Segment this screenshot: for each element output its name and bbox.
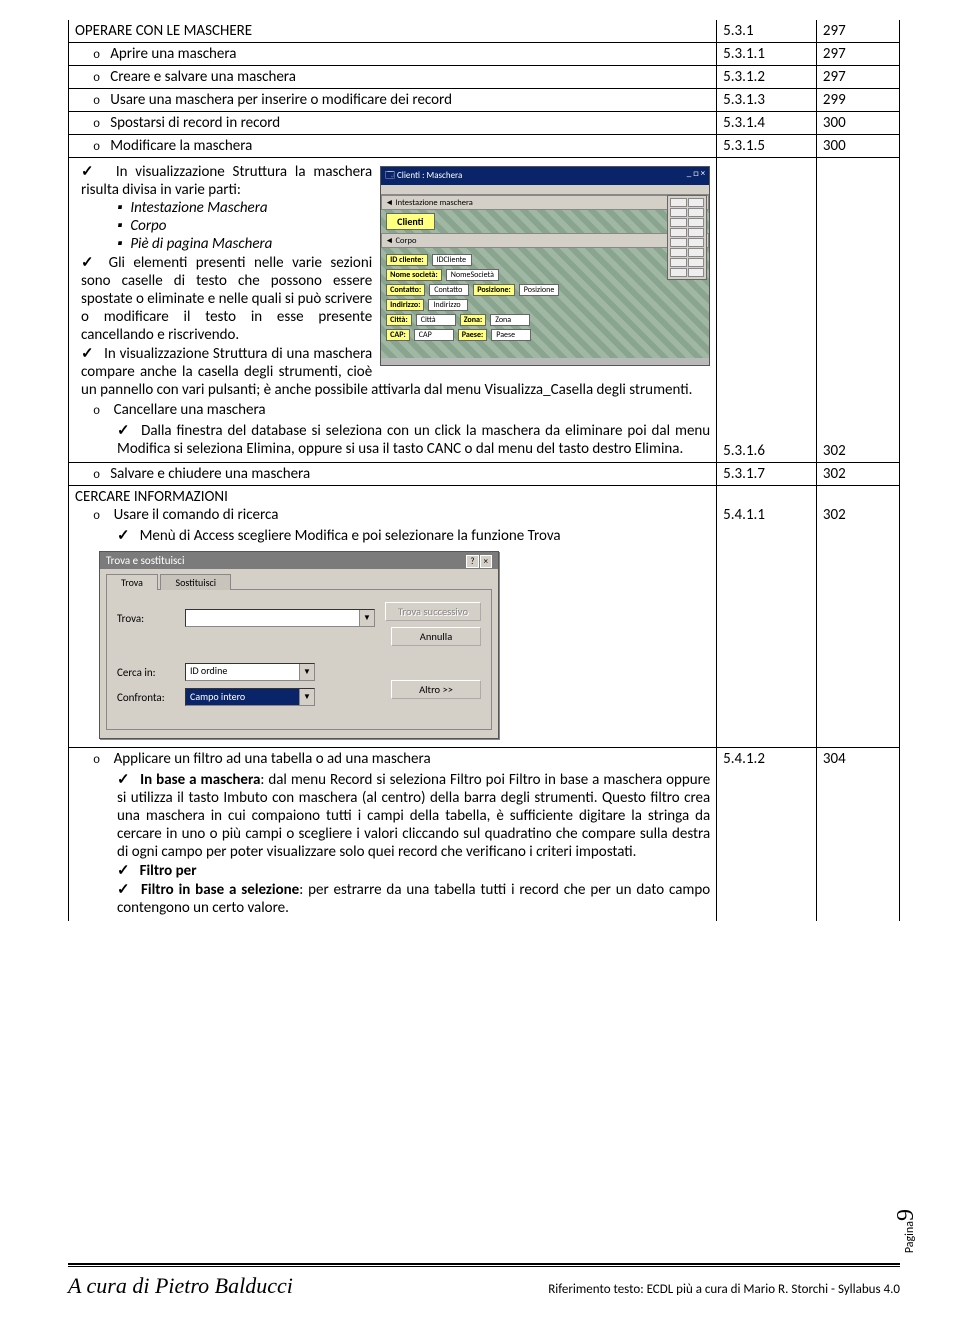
check-in-base-maschera: In base a maschera: dal menu Record si s… — [117, 770, 710, 861]
page-s7: 302 — [823, 442, 846, 460]
toolbox-palette — [667, 195, 707, 280]
tab-sostituisci[interactable]: Sostituisci — [160, 574, 231, 590]
tab-trova[interactable]: Trova — [106, 574, 158, 590]
check-filtro-selezione: Filtro in base a selezione: per estrarre… — [117, 880, 710, 917]
title-s2: Aprire una maschera — [110, 45, 236, 63]
row-filtro: Applicare un filtro ad una tabella o ad … — [69, 748, 900, 922]
code-s6: 5.3.1.5 — [717, 135, 817, 158]
page-s5: 300 — [816, 112, 899, 135]
combo-trova[interactable]: ▼ — [185, 609, 375, 627]
row-cercare: CERCARE INFORMAZIONI Usare il comando di… — [69, 486, 900, 748]
form-window-title: Clienti : Maschera — [397, 170, 462, 181]
text-struttura-intro: In visualizzazione Struttura la maschera… — [81, 163, 372, 199]
code-s3: 5.3.1.2 — [717, 66, 817, 89]
code-s4: 5.3.1.3 — [717, 89, 817, 112]
page-s10: 304 — [823, 750, 846, 768]
title-s3: Creare e salvare una maschera — [110, 68, 296, 86]
row-operare: OPERARE CON LE MASCHERE 5.3.1 297 — [69, 20, 900, 43]
title-operare: OPERARE CON LE MASCHERE — [75, 22, 252, 40]
btn-annulla[interactable]: Annulla — [391, 627, 481, 646]
check-menu-access: Menù di Access scegliere Modifica e poi … — [117, 526, 710, 545]
title-cercare: CERCARE INFORMAZIONI — [75, 488, 710, 506]
title-s8: Salvare e chiudere una maschera — [110, 465, 310, 483]
footer-author: A cura di Pietro Balducci — [68, 1273, 293, 1299]
label-confronta: Confronta: — [117, 691, 177, 704]
code-s8: 5.3.1.7 — [717, 463, 817, 486]
title-s10: Applicare un filtro ad una tabella o ad … — [114, 750, 431, 768]
title-s9: Usare il comando di ricerca — [114, 506, 279, 524]
row-salvare: Salvare e chiudere una maschera 5.3.1.7 … — [69, 463, 900, 486]
page-number-side: Pagina9 — [893, 1209, 920, 1253]
page-s1: 297 — [816, 20, 899, 43]
code-s2: 5.3.1.1 — [717, 43, 817, 66]
title-s7: Cancellare una maschera — [114, 401, 266, 419]
form-clienti-label: Clienti — [386, 213, 434, 230]
page-s6: 300 — [816, 135, 899, 158]
content-table: OPERARE CON LE MASCHERE 5.3.1 297 Aprire… — [68, 20, 900, 921]
title-s4: Usare una maschera per inserire o modifi… — [110, 91, 452, 109]
page-s4: 299 — [816, 89, 899, 112]
combo-confronta[interactable]: Campo intero▼ — [185, 688, 315, 706]
row-modificare: Modificare la maschera 5.3.1.5 300 — [69, 135, 900, 158]
label-cerca-in: Cerca in: — [117, 666, 177, 679]
combo-cerca-in[interactable]: ID ordine▼ — [185, 663, 315, 681]
title-s6: Modificare la maschera — [110, 137, 252, 155]
btn-trova-successivo[interactable]: Trova successivo — [385, 602, 481, 621]
page-s9: 302 — [823, 506, 846, 524]
find-dialog-screenshot: Trova e sostituisci ?× Trova Sostituisci… — [99, 551, 499, 739]
row-spostarsi: Spostarsi di record in record 5.3.1.4 30… — [69, 112, 900, 135]
row-creare: Creare e salvare una maschera 5.3.1.2 29… — [69, 66, 900, 89]
form-header-section: Intestazione maschera — [396, 198, 473, 208]
form-body-section: Corpo — [396, 236, 417, 246]
page-s2: 297 — [816, 43, 899, 66]
form-designer-screenshot: 🗔 Clienti : Maschera_ □ × ◄ Intestazione… — [380, 166, 710, 366]
check-filtro-per: Filtro per — [117, 861, 710, 880]
page-s3: 297 — [816, 66, 899, 89]
code-s1: 5.3.1 — [717, 20, 817, 43]
label-trova: Trova: — [117, 612, 177, 625]
check-dalla-finestra: Dalla finestra del database si seleziona… — [117, 421, 710, 458]
code-s9: 5.4.1.1 — [723, 506, 765, 524]
code-s7: 5.3.1.6 — [723, 442, 765, 460]
title-s5: Spostarsi di record in record — [110, 114, 280, 132]
row-aprire: Aprire una maschera 5.3.1.1 297 — [69, 43, 900, 66]
find-dialog-title: Trova e sostituisci — [106, 554, 185, 567]
close-icon: × — [480, 555, 492, 568]
btn-altro[interactable]: Altro >> — [391, 680, 481, 699]
row-struttura-block: 🗔 Clienti : Maschera_ □ × ◄ Intestazione… — [69, 158, 900, 463]
code-s10: 5.4.1.2 — [723, 750, 765, 768]
help-icon: ? — [466, 555, 478, 568]
page-s8: 302 — [816, 463, 899, 486]
row-usare: Usare una maschera per inserire o modifi… — [69, 89, 900, 112]
footer-ref: Riferimento testo: ECDL più a cura di Ma… — [548, 1282, 900, 1297]
page-footer: A cura di Pietro Balducci Riferimento te… — [68, 1263, 900, 1299]
code-s5: 5.3.1.4 — [717, 112, 817, 135]
